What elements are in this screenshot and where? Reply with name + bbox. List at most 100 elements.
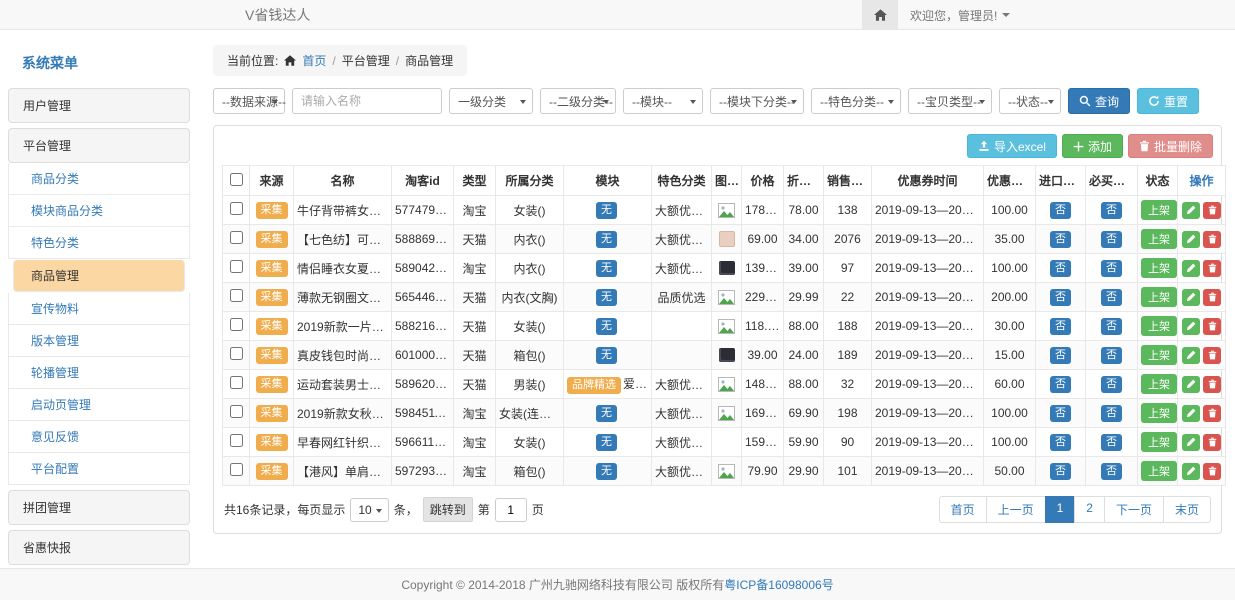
icp-link[interactable]: 粤ICP备16098006号 [724, 576, 833, 593]
edit-button[interactable] [1182, 376, 1200, 393]
delete-button[interactable] [1203, 318, 1221, 335]
home-nav-button[interactable] [862, 0, 898, 30]
status-button[interactable]: 上架 [1141, 432, 1177, 452]
page-button-1[interactable]: 1 [1045, 496, 1076, 523]
edit-button[interactable] [1182, 289, 1200, 306]
status-button[interactable]: 上架 [1141, 345, 1177, 365]
import-select-toggle[interactable]: 否 [1050, 260, 1071, 277]
sidebar-item-省惠快报[interactable]: 省惠快报 [8, 530, 190, 565]
user-menu[interactable]: 欢迎您，管理员! [898, 0, 1022, 30]
import-select-toggle[interactable]: 否 [1050, 347, 1071, 364]
sidebar-item-平台配置[interactable]: 平台配置 [8, 453, 190, 485]
must-buy-toggle[interactable]: 否 [1101, 318, 1122, 335]
sidebar-item-宣传物料[interactable]: 宣传物料 [8, 293, 190, 325]
import-excel-button[interactable]: 导入excel [967, 134, 1057, 158]
row-checkbox[interactable] [230, 260, 243, 273]
edit-button[interactable] [1182, 405, 1200, 422]
row-checkbox[interactable] [230, 376, 243, 389]
import-select-toggle[interactable]: 否 [1050, 318, 1071, 335]
row-checkbox[interactable] [230, 463, 243, 476]
sidebar-item-平台管理[interactable]: 平台管理 [8, 128, 190, 163]
status-button[interactable]: 上架 [1141, 374, 1177, 394]
delete-button[interactable] [1203, 202, 1221, 219]
sidebar-item-商品分类[interactable]: 商品分类 [8, 163, 190, 195]
must-buy-toggle[interactable]: 否 [1101, 289, 1122, 306]
sidebar-item-启动页管理[interactable]: 启动页管理 [8, 389, 190, 421]
delete-button[interactable] [1203, 347, 1221, 364]
status-button[interactable]: 上架 [1141, 461, 1177, 481]
sidebar-item-轮播管理[interactable]: 轮播管理 [8, 357, 190, 389]
must-buy-toggle[interactable]: 否 [1101, 347, 1122, 364]
row-checkbox[interactable] [230, 318, 243, 331]
reset-button[interactable]: 重置 [1137, 88, 1199, 114]
status-button[interactable]: 上架 [1141, 287, 1177, 307]
status-button[interactable]: 上架 [1141, 403, 1177, 423]
breadcrumb-home-link[interactable]: 首页 [302, 52, 326, 69]
import-select-toggle[interactable]: 否 [1050, 376, 1071, 393]
must-buy-toggle[interactable]: 否 [1101, 405, 1122, 422]
import-select-toggle[interactable]: 否 [1050, 405, 1071, 422]
edit-button[interactable] [1182, 434, 1200, 451]
page-button-下一页[interactable]: 下一页 [1104, 496, 1164, 523]
add-button[interactable]: 添加 [1062, 134, 1123, 158]
import-select-toggle[interactable]: 否 [1050, 231, 1071, 248]
per-page-select[interactable]: 10 [350, 498, 388, 522]
edit-button[interactable] [1182, 463, 1200, 480]
delete-button[interactable] [1203, 463, 1221, 480]
row-checkbox[interactable] [230, 289, 243, 302]
filter-select-数据来源[interactable]: --数据来源-- [213, 88, 285, 114]
filter-select-二级分类[interactable]: --二级分类-- [540, 88, 616, 114]
page-button-2[interactable]: 2 [1074, 496, 1105, 523]
must-buy-toggle[interactable]: 否 [1101, 434, 1122, 451]
delete-button[interactable] [1203, 260, 1221, 277]
page-button-末页[interactable]: 末页 [1163, 496, 1211, 523]
row-checkbox[interactable] [230, 434, 243, 447]
status-button[interactable]: 上架 [1141, 229, 1177, 249]
edit-button[interactable] [1182, 347, 1200, 364]
row-checkbox[interactable] [230, 405, 243, 418]
must-buy-toggle[interactable]: 否 [1101, 202, 1122, 219]
batch-delete-button[interactable]: 批量删除 [1128, 134, 1213, 158]
sidebar-item-拼团管理[interactable]: 拼团管理 [8, 490, 190, 525]
import-select-toggle[interactable]: 否 [1050, 434, 1071, 451]
status-button[interactable]: 上架 [1141, 316, 1177, 336]
filter-select-模块下分类[interactable]: --模块下分类-- [710, 88, 804, 114]
must-buy-toggle[interactable]: 否 [1101, 231, 1122, 248]
import-select-toggle[interactable]: 否 [1050, 289, 1071, 306]
delete-button[interactable] [1203, 405, 1221, 422]
delete-button[interactable] [1203, 434, 1221, 451]
filter-select-状态[interactable]: --状态-- [999, 88, 1061, 114]
must-buy-toggle[interactable]: 否 [1101, 376, 1122, 393]
delete-button[interactable] [1203, 289, 1221, 306]
import-select-toggle[interactable]: 否 [1050, 202, 1071, 219]
must-buy-toggle[interactable]: 否 [1101, 260, 1122, 277]
row-checkbox[interactable] [230, 231, 243, 244]
sidebar-item-模块商品分类[interactable]: 模块商品分类 [8, 195, 190, 227]
sidebar-item-特色分类[interactable]: 特色分类 [8, 227, 190, 259]
filter-select-模块[interactable]: --模块-- [623, 88, 703, 114]
delete-button[interactable] [1203, 231, 1221, 248]
jump-button[interactable]: 跳转到 [423, 497, 473, 522]
filter-select-宝贝类型[interactable]: --宝贝类型-- [908, 88, 992, 114]
sidebar-item-意见反馈[interactable]: 意见反馈 [8, 421, 190, 453]
name-search-input[interactable] [292, 88, 442, 114]
status-button[interactable]: 上架 [1141, 258, 1177, 278]
status-button[interactable]: 上架 [1141, 200, 1177, 220]
edit-button[interactable] [1182, 231, 1200, 248]
edit-button[interactable] [1182, 202, 1200, 219]
edit-button[interactable] [1182, 318, 1200, 335]
edit-button[interactable] [1182, 260, 1200, 277]
filter-select-特色分类[interactable]: --特色分类-- [811, 88, 901, 114]
import-select-toggle[interactable]: 否 [1050, 463, 1071, 480]
sidebar-item-版本管理[interactable]: 版本管理 [8, 325, 190, 357]
sidebar-item-商品管理[interactable]: 商品管理 [13, 260, 185, 292]
filter-select-一级分类[interactable]: 一级分类 [449, 88, 533, 114]
row-checkbox[interactable] [230, 347, 243, 360]
page-button-首页[interactable]: 首页 [939, 496, 987, 523]
page-button-上一页[interactable]: 上一页 [986, 496, 1046, 523]
sidebar-item-用户管理[interactable]: 用户管理 [8, 88, 190, 123]
delete-button[interactable] [1203, 376, 1221, 393]
select-all-checkbox[interactable] [230, 173, 243, 186]
jump-page-input[interactable] [495, 498, 527, 522]
must-buy-toggle[interactable]: 否 [1101, 463, 1122, 480]
